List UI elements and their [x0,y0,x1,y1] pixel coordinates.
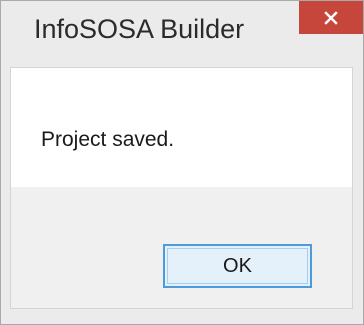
dialog-window: InfoSOSA Builder Project saved. OK [0,0,364,325]
button-area: OK [11,187,352,308]
close-button[interactable] [299,1,363,34]
dialog-content: Project saved. OK [10,67,353,309]
message-text: Project saved. [41,128,175,151]
window-title: InfoSOSA Builder [34,14,245,44]
ok-button[interactable]: OK [163,244,312,288]
ok-button-label: OK [223,254,252,277]
close-icon [324,10,338,25]
title-bar[interactable]: InfoSOSA Builder [1,1,363,67]
